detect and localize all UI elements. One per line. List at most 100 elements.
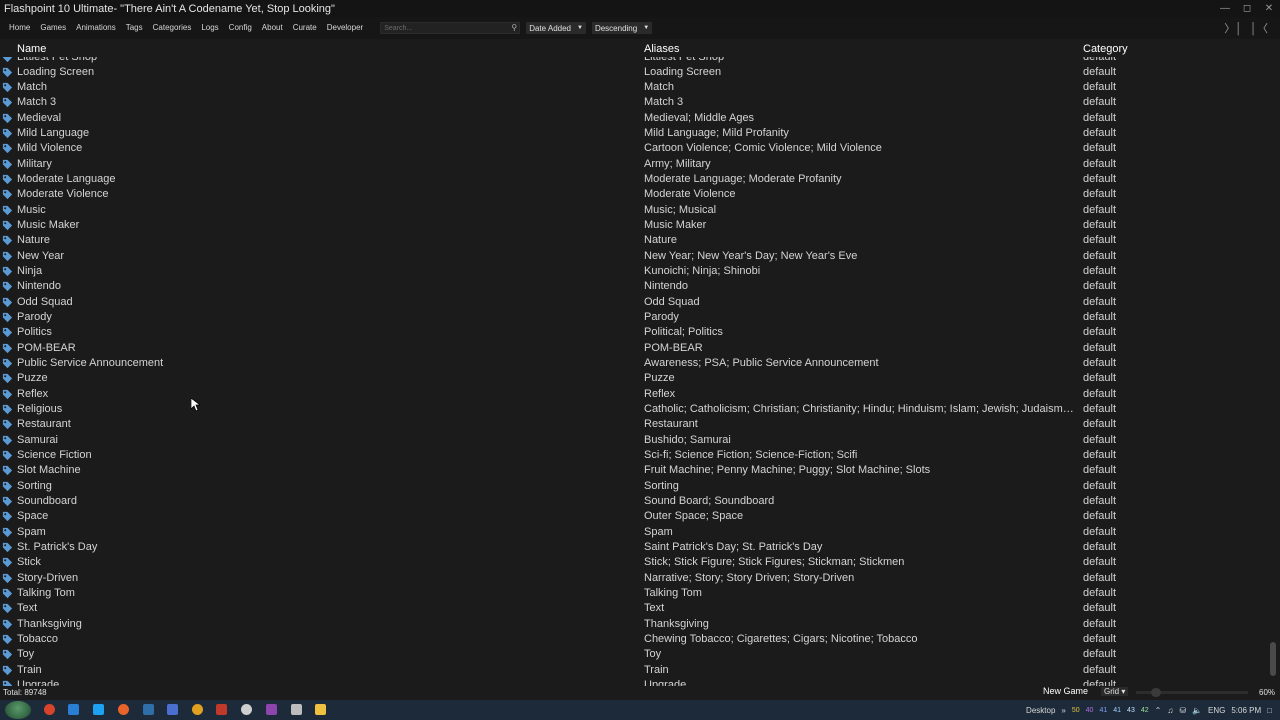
steam-icon[interactable] [143,704,154,715]
tag-name: St. Patrick's Day [17,541,98,554]
chrome-icon[interactable] [44,704,55,715]
menu-config[interactable]: Config [224,17,257,39]
table-row[interactable]: Spam Spam default [0,525,1266,540]
table-row[interactable]: Loading Screen Loading Screen default [0,65,1266,80]
menu-logs[interactable]: Logs [196,17,223,39]
table-row[interactable]: Odd Squad Odd Squad default [0,295,1266,310]
table-row[interactable]: Moderate Violence Moderate Violence defaul… [0,187,1266,202]
sort-by-dropdown[interactable]: Date Added ▼ [526,22,586,34]
table-row[interactable]: Science Fiction Sci-fi; Science Fiction; … [0,448,1266,463]
clock-time[interactable]: 5:06 PM [1231,706,1261,715]
table-row[interactable]: Mild Violence Cartoon Violence; Comic Vio… [0,141,1266,156]
table-row[interactable]: Politics Political; Politics default [0,325,1266,340]
menu-curate[interactable]: Curate [288,17,322,39]
table-row[interactable]: Train Train default [0,663,1266,678]
chevron-right-icon[interactable]: » [1061,706,1065,715]
table-row[interactable]: New Year New Year; New Year's Day; New Ye… [0,249,1266,264]
menu-tags[interactable]: Tags [121,17,148,39]
tag-icon [2,297,13,307]
table-row[interactable]: Stick Stick; Stick Figure; Stick Figures;… [0,555,1266,570]
chevron-down-icon: ▼ [643,25,650,31]
scrollbar-thumb[interactable] [1270,642,1276,676]
table-row[interactable]: Talking Tom Talking Tom default [0,586,1266,601]
sort-order-dropdown[interactable]: Descending ▼ [591,22,653,34]
table-row[interactable]: Mild Language Mild Language; Mild Profani… [0,126,1266,141]
new-game-button[interactable]: New Game [1043,686,1088,696]
view-mode-dropdown[interactable]: Grid ▾ [1101,687,1129,696]
table-row[interactable]: St. Patrick's Day Saint Patrick's Day; St… [0,540,1266,555]
column-aliases-header[interactable]: Aliases [644,43,679,55]
desktop-toolbar-label[interactable]: Desktop [1026,706,1055,715]
table-row[interactable]: Nintendo Nintendo default [0,279,1266,294]
table-row[interactable]: Space Outer Space; Space default [0,509,1266,524]
tag-name: Mild Language [17,127,90,140]
table-row[interactable]: Soundboard Sound Board; Soundboard default [0,494,1266,509]
menu-games[interactable]: Games [35,17,71,39]
table-row[interactable]: Sorting Sorting default [0,479,1266,494]
language-indicator[interactable]: ENG [1208,706,1225,715]
chevron-up-icon[interactable]: ⌃ [1155,706,1162,715]
table-row[interactable]: Story-Driven Narrative; Story; Story Driv… [0,571,1266,586]
tag-category: default [1083,403,1117,416]
menu-categories[interactable]: Categories [148,17,197,39]
table-row[interactable]: Match 3 Match 3 default [0,95,1266,110]
document-icon[interactable] [291,704,302,715]
table-row[interactable]: Toy Toy default [0,647,1266,662]
maximize-icon[interactable]: ◻ [1236,0,1258,17]
table-row[interactable]: Moderate Language Moderate Language; Mode… [0,172,1266,187]
notification-icon[interactable]: □ [1267,706,1272,715]
table-row[interactable]: Tobacco Chewing Tobacco; Cigarettes; Ciga… [0,632,1266,647]
firefox-icon[interactable] [118,704,129,715]
table-row[interactable]: Music Music; Musical default [0,203,1266,218]
table-row[interactable]: Text Text default [0,601,1266,616]
table-row[interactable]: Upgrade Upgrade default [0,678,1266,686]
menu-developer[interactable]: Developer [322,17,368,39]
media-icon[interactable] [192,704,203,715]
column-category-header[interactable]: Category [1083,43,1128,55]
search-input[interactable]: Search... ⚲ [380,22,521,34]
close-icon[interactable]: ✕ [1258,0,1280,17]
right-panel-toggle-icon[interactable]: │〈 [1250,20,1268,36]
music-icon[interactable]: ♫ [1167,706,1173,715]
table-row[interactable]: Military Army; Military default [0,157,1266,172]
network-icon[interactable]: ⛁ [1179,706,1186,715]
clock-icon[interactable] [241,704,252,715]
twitter-icon[interactable] [93,704,104,715]
tag-aliases: POM-BEAR [644,341,703,354]
table-row[interactable]: Public Service Announcement Awareness; PS… [0,356,1266,371]
menu-home[interactable]: Home [0,17,35,39]
table-row[interactable]: Restaurant Restaurant default [0,417,1266,432]
tag-category: default [1083,280,1117,293]
table-row[interactable]: Match Match default [0,80,1266,95]
start-button-icon[interactable] [5,701,31,719]
tag-name: Public Service Announcement [17,357,164,370]
table-row[interactable]: Music Maker Music Maker default [0,218,1266,233]
table-row[interactable]: Slot Machine Fruit Machine; Penny Machine… [0,463,1266,478]
table-row[interactable]: Thanksgiving Thanksgiving default [0,617,1266,632]
tray-number: 43 [1127,706,1135,714]
table-row[interactable]: Medieval Medieval; Middle Ages default [0,111,1266,126]
column-name-header[interactable]: Name [17,43,46,55]
terminal-icon[interactable] [167,704,178,715]
table-row[interactable]: Nature Nature default [0,233,1266,248]
flashpoint-icon[interactable] [216,704,227,715]
folder-icon[interactable] [315,704,326,715]
menu-about[interactable]: About [257,17,288,39]
tag-icon [2,466,13,476]
table-row[interactable]: Ninja Kunoichi; Ninja; Shinobi default [0,264,1266,279]
zoom-slider-handle[interactable] [1151,688,1161,697]
volume-icon[interactable]: 🔈 [1192,706,1202,715]
table-row[interactable]: Puzze Puzze default [0,371,1266,386]
table-row[interactable]: Reflex Reflex default [0,387,1266,402]
app-icon-2[interactable] [266,704,277,715]
table-row[interactable]: Samurai Bushido; Samurai default [0,433,1266,448]
menu-animations[interactable]: Animations [71,17,121,39]
table-row[interactable]: Parody Parody default [0,310,1266,325]
left-panel-toggle-icon[interactable]: 〉│ [1224,20,1242,36]
minimize-icon[interactable]: — [1214,0,1236,17]
app-icon[interactable] [68,704,79,715]
tag-name: Moderate Violence [17,188,109,201]
table-row[interactable]: Religious Catholic; Catholicism; Christia… [0,402,1266,417]
table-row[interactable]: POM-BEAR POM-BEAR default [0,341,1266,356]
vertical-scrollbar[interactable] [1266,42,1280,686]
